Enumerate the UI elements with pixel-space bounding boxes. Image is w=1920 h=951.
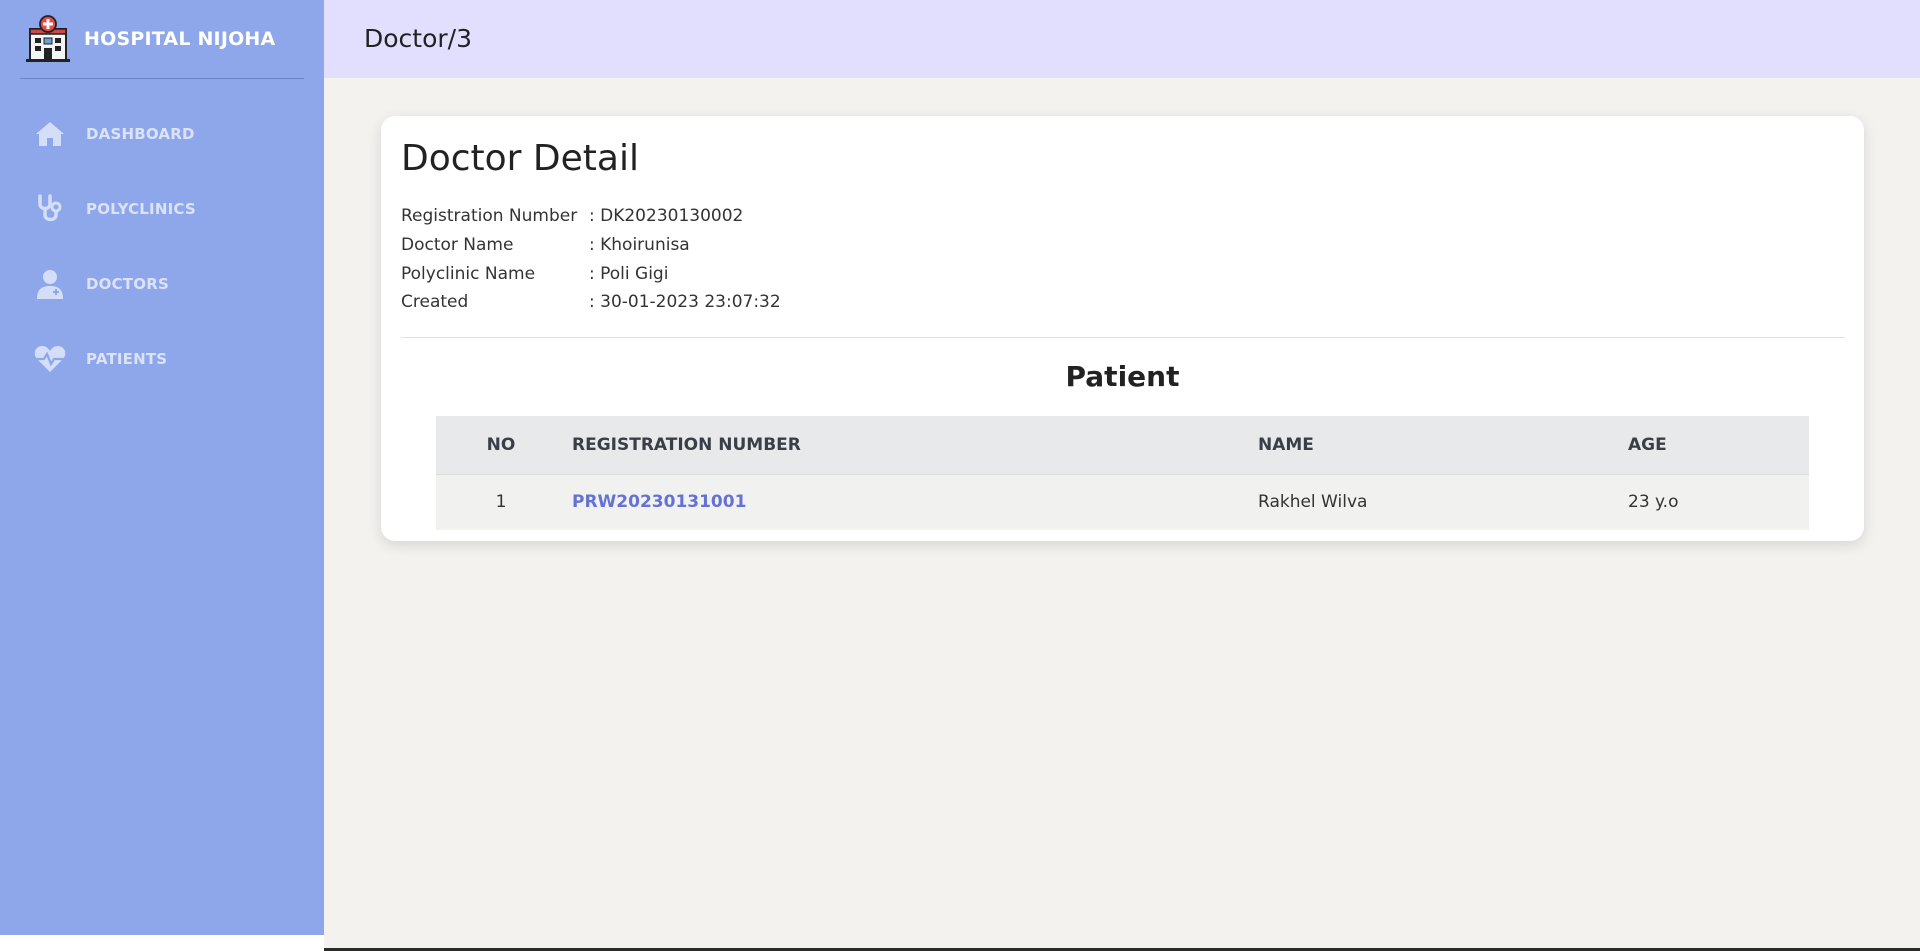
sidebar-item-label: DOCTORS — [86, 275, 169, 293]
divider — [401, 337, 1845, 338]
detail-label: Doctor Name — [401, 235, 514, 255]
patient-table: NO REGISTRATION NUMBER NAME AGE 1 PRW202… — [436, 416, 1809, 530]
table-row: 1 PRW20230131001 Rakhel Wilva 23 y.o — [436, 473, 1809, 530]
sidebar-item-label: DASHBOARD — [86, 125, 195, 143]
detail-value: : DK20230130002 — [589, 206, 744, 226]
stethoscope-icon — [34, 193, 66, 225]
detail-value: : Poli Gigi — [589, 264, 669, 284]
table-header-row: NO REGISTRATION NUMBER NAME AGE — [436, 416, 1809, 474]
column-header-name: NAME — [1252, 416, 1622, 474]
detail-value: : 30-01-2023 23:07:32 — [589, 292, 781, 312]
doctor-icon — [34, 268, 66, 300]
heart-pulse-icon — [34, 343, 66, 375]
sidebar-item-patients[interactable]: PATIENTS — [34, 339, 167, 379]
detail-row-registration-number: Registration Number : DK20230130002 — [401, 206, 743, 226]
sidebar-item-doctors[interactable]: DOCTORS — [34, 264, 169, 304]
doctor-detail-card: Doctor Detail Registration Number : DK202… — [381, 116, 1864, 541]
patient-registration-link[interactable]: PRW20230131001 — [572, 492, 746, 512]
column-header-registration-number: REGISTRATION NUMBER — [566, 416, 1252, 474]
detail-row-doctor-name: Doctor Name : Khoirunisa — [401, 235, 690, 255]
detail-label: Registration Number — [401, 206, 578, 226]
sidebar-item-label: POLYCLINICS — [86, 200, 196, 218]
detail-row-created: Created : 30-01-2023 23:07:32 — [401, 292, 781, 312]
cell-age: 23 y.o — [1622, 473, 1809, 530]
column-header-age: AGE — [1622, 416, 1809, 474]
home-icon — [34, 118, 66, 150]
detail-label: Polyclinic Name — [401, 264, 536, 284]
column-header-no: NO — [436, 416, 566, 474]
sidebar-item-label: PATIENTS — [86, 350, 168, 368]
breadcrumb: Doctor/3 — [364, 24, 472, 53]
sidebar-item-dashboard[interactable]: DASHBOARD — [34, 114, 195, 154]
sidebar: HOSPITAL NIJOHA DASHBOARD POLYCLINICS DO… — [0, 0, 324, 935]
detail-value: : Khoirunisa — [589, 235, 690, 255]
patient-section-title: Patient — [1065, 360, 1180, 393]
cell-registration-number: PRW20230131001 — [566, 473, 1252, 530]
topbar: Doctor/3 — [324, 0, 1920, 78]
detail-row-polyclinic-name: Polyclinic Name : Poli Gigi — [401, 264, 668, 284]
detail-label: Created — [401, 292, 469, 312]
sidebar-item-polyclinics[interactable]: POLYCLINICS — [34, 189, 196, 229]
cell-name: Rakhel Wilva — [1252, 473, 1622, 530]
sidebar-bottom-strip — [0, 935, 324, 951]
hospital-building-icon — [26, 15, 70, 62]
page-title: Doctor Detail — [401, 138, 639, 179]
brand-name: HOSPITAL NIJOHA — [84, 28, 276, 50]
brand[interactable]: HOSPITAL NIJOHA — [20, 0, 304, 79]
cell-no: 1 — [436, 473, 566, 530]
